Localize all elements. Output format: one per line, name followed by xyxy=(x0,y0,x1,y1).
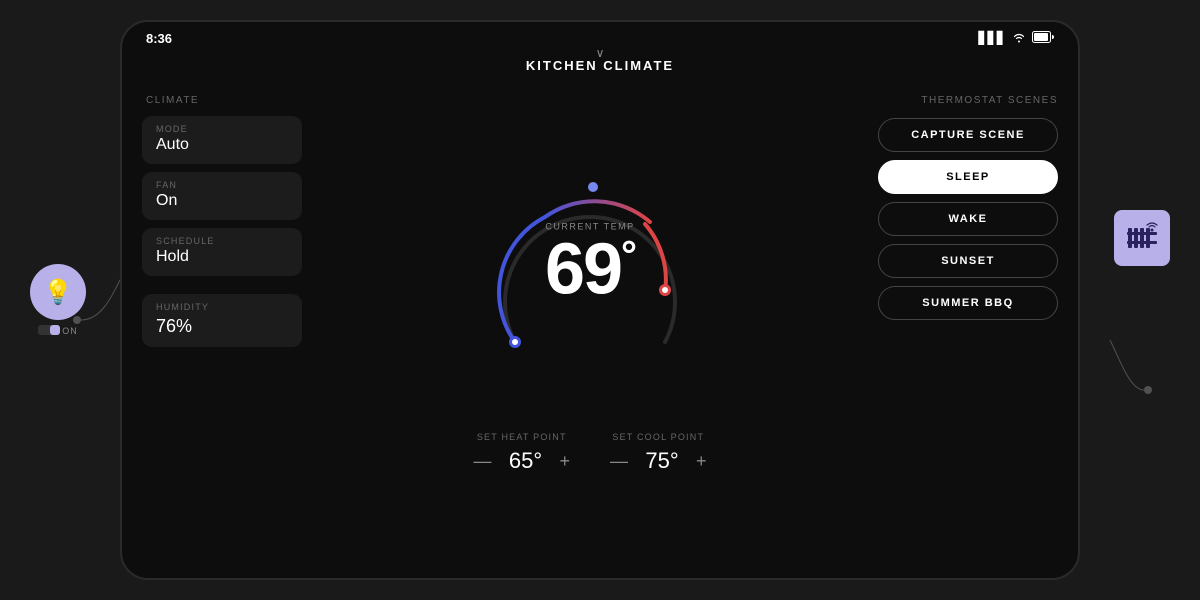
current-temp-value: 69° xyxy=(545,230,635,310)
cool-value: 75° xyxy=(642,448,682,474)
climate-panel: CLIMATE MODE Auto FAN On SCHEDULE Hold H… xyxy=(142,85,302,531)
current-temp-display: CURRENT TEMP 69° xyxy=(545,222,635,306)
tablet-device: 8:36 ▋▋▋ ∨ KITCHEN CLIMATE CLIMATE MODE … xyxy=(120,20,1080,580)
schedule-card[interactable]: SCHEDULE Hold xyxy=(142,228,302,276)
fan-value: On xyxy=(156,192,288,210)
heat-label: SET HEAT POINT xyxy=(477,432,567,442)
heat-plus-button[interactable]: + xyxy=(559,451,570,472)
schedule-value: Hold xyxy=(156,248,288,266)
left-device-widget[interactable]: 💡 ON xyxy=(30,264,86,336)
page-title: KITCHEN CLIMATE xyxy=(526,58,674,73)
set-points-row: SET HEAT POINT — 65° + SET COOL POINT — … xyxy=(473,432,706,474)
humidity-card: HUMIDITY 76% xyxy=(142,294,302,347)
radiator-icon-box xyxy=(1114,210,1170,266)
battery-icon xyxy=(1032,31,1054,46)
scene-sunset-button[interactable]: SUNSET xyxy=(878,244,1058,278)
mode-card[interactable]: MODE Auto xyxy=(142,116,302,164)
page-header: ∨ KITCHEN CLIMATE xyxy=(122,54,1078,85)
fan-label: FAN xyxy=(156,180,288,190)
scene-capture-button[interactable]: CAPTURE SCENE xyxy=(878,118,1058,152)
cool-set-point: SET COOL POINT — 75° + xyxy=(610,432,707,474)
scene-wake-button[interactable]: WAKE xyxy=(878,202,1058,236)
cool-label: SET COOL POINT xyxy=(612,432,704,442)
cool-controls: — 75° + xyxy=(610,448,707,474)
left-device-label: ON xyxy=(62,326,78,336)
scene-sleep-button[interactable]: SLEEP xyxy=(878,160,1058,194)
fan-card[interactable]: FAN On xyxy=(142,172,302,220)
right-device-widget[interactable] xyxy=(1114,210,1170,266)
heat-set-point: SET HEAT POINT — 65° + xyxy=(473,432,570,474)
humidity-label: HUMIDITY xyxy=(156,302,288,312)
status-icons: ▋▋▋ xyxy=(978,31,1054,46)
thermostat-panel: CURRENT TEMP 69° SET HEAT POINT — 65° + xyxy=(302,85,878,531)
chevron-down-icon[interactable]: ∨ xyxy=(596,46,605,60)
scenes-section-label: THERMOSTAT SCENES xyxy=(878,95,1058,106)
heat-value: 65° xyxy=(505,448,545,474)
heat-controls: — 65° + xyxy=(473,448,570,474)
main-content: CLIMATE MODE Auto FAN On SCHEDULE Hold H… xyxy=(122,85,1078,551)
status-time: 8:36 xyxy=(146,31,172,46)
heat-minus-button[interactable]: — xyxy=(473,451,491,472)
scenes-panel: THERMOSTAT SCENES CAPTURE SCENE SLEEP WA… xyxy=(878,85,1058,531)
schedule-label: SCHEDULE xyxy=(156,236,288,246)
mode-label: MODE xyxy=(156,124,288,134)
thermostat-dial[interactable]: CURRENT TEMP 69° xyxy=(460,142,720,402)
cool-plus-button[interactable]: + xyxy=(696,451,707,472)
humidity-value: 76% xyxy=(156,316,288,337)
wifi-icon xyxy=(1012,31,1026,46)
mode-value: Auto xyxy=(156,136,288,154)
climate-section-label: CLIMATE xyxy=(142,95,302,106)
bulb-icon-circle: 💡 xyxy=(30,264,86,320)
signal-icon: ▋▋▋ xyxy=(978,31,1006,45)
scene-summer-bbq-button[interactable]: SUMMER BBQ xyxy=(878,286,1058,320)
cool-minus-button[interactable]: — xyxy=(610,451,628,472)
